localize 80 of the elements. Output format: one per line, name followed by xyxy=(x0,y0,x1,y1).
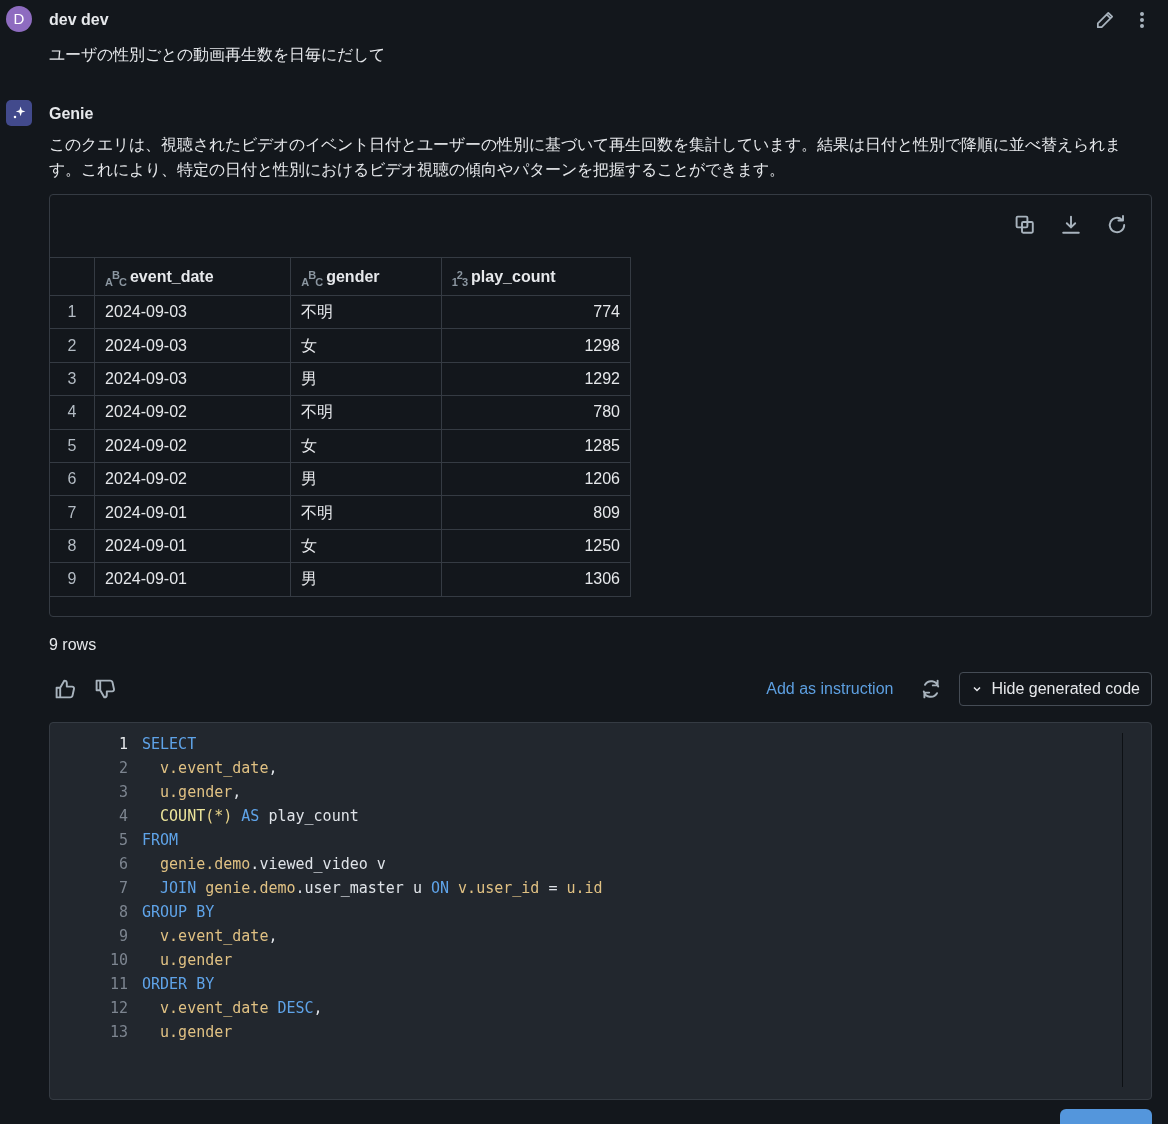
row-number: 1 xyxy=(50,295,95,329)
table-cell: 1298 xyxy=(441,328,631,363)
column-name: gender xyxy=(326,267,380,285)
table-cell: 2024-09-02 xyxy=(94,462,291,496)
table-cell: 1206 xyxy=(441,462,631,496)
author-name: Genie xyxy=(49,104,95,124)
thumbs-up-icon[interactable] xyxy=(53,677,77,701)
table-cell: 男 xyxy=(290,362,442,396)
code-line: u.gender xyxy=(159,1022,233,1043)
line-number: 13 xyxy=(108,1022,129,1043)
table-cell: 2024-09-01 xyxy=(94,495,291,530)
table-cell: 1306 xyxy=(441,562,631,596)
row-number: 7 xyxy=(50,495,95,530)
line-number: 10 xyxy=(108,950,129,971)
hide-code-button[interactable]: Hide generated code xyxy=(959,672,1152,706)
code-line: GROUP BY xyxy=(142,902,215,923)
table-cell: 不明 xyxy=(290,495,442,530)
line-number: 5 xyxy=(117,830,129,851)
line-number: 3 xyxy=(117,782,129,803)
code-line: COUNT(*) AS play_count xyxy=(159,806,359,827)
reply-text: このクエリは、視聴されたビデオのイベント日付とユーザーの性別に基づいて再生回数を集計しています。結果は日付と性別で降順に並べ替えられます。これにより、特定の日付と性別におけるビデオ視聴の傾向やパターンを把握することができます。 xyxy=(49,135,1122,180)
row-count: 9 rows xyxy=(49,635,98,655)
table-cell: 男 xyxy=(290,462,442,496)
line-number: 12 xyxy=(108,998,129,1019)
author-name: dev dev xyxy=(49,10,109,30)
edit-icon[interactable] xyxy=(1094,9,1116,31)
row-number: 4 xyxy=(50,395,95,430)
table-cell: 女 xyxy=(290,328,442,363)
table-cell: 2024-09-02 xyxy=(94,429,291,463)
thumbs-down-icon[interactable] xyxy=(93,677,117,701)
line-number: 2 xyxy=(117,758,129,779)
table-cell: 2024-09-01 xyxy=(94,562,291,596)
genie-avatar xyxy=(6,100,32,126)
code-line: ORDER BY xyxy=(142,974,215,995)
column-name: event_date xyxy=(129,267,214,285)
line-number: 8 xyxy=(117,902,129,923)
text-type-icon: ABC xyxy=(105,271,126,284)
table-cell: 1285 xyxy=(441,429,631,463)
table-cell: 2024-09-03 xyxy=(94,362,291,396)
table-cell: 780 xyxy=(441,395,631,430)
line-number: 6 xyxy=(117,854,129,875)
table-cell: 女 xyxy=(290,529,442,563)
code-line: v.event_date, xyxy=(159,758,278,779)
code-line: u.gender xyxy=(159,950,233,971)
user-avatar: D xyxy=(6,6,32,32)
code-line: v.event_date, xyxy=(159,926,278,947)
line-number: 7 xyxy=(117,878,129,899)
row-number: 9 xyxy=(50,562,95,596)
code-line: FROM xyxy=(142,830,179,851)
table-cell: 不明 xyxy=(290,395,442,430)
table-cell: 1292 xyxy=(441,362,631,396)
table-cell: 2024-09-03 xyxy=(94,328,291,363)
line-number: 4 xyxy=(117,806,129,827)
table-cell: 774 xyxy=(441,295,631,329)
message-text: ユーザの性別ごとの動画再生数を日毎にだして xyxy=(49,45,386,65)
row-number: 8 xyxy=(50,529,95,563)
row-number: 3 xyxy=(50,362,95,396)
line-number: 1 xyxy=(117,734,129,755)
table-cell: 不明 xyxy=(290,295,442,329)
add-instruction-link[interactable]: Add as instruction xyxy=(766,677,894,701)
text-type-icon: ABC xyxy=(301,271,323,284)
table-cell: 2024-09-01 xyxy=(94,529,291,563)
row-number: 2 xyxy=(50,328,95,363)
line-number: 9 xyxy=(117,926,129,947)
table-cell: 1250 xyxy=(441,529,631,563)
code-line: genie.demo.viewed_video v xyxy=(159,854,386,875)
code-line: u.gender, xyxy=(159,782,242,803)
table-cell: 2024-09-03 xyxy=(94,295,291,329)
table-cell: 男 xyxy=(290,562,442,596)
number-type-icon: 123 xyxy=(451,271,468,284)
line-number: 11 xyxy=(108,974,129,995)
code-line: JOIN genie.demo.user_master u ON v.user_id = u.id xyxy=(159,878,603,899)
column-name: play_count xyxy=(471,267,556,285)
row-number: 5 xyxy=(50,429,95,463)
code-line: SELECT xyxy=(142,734,197,755)
table-cell: 2024-09-02 xyxy=(94,395,291,430)
code-line: v.event_date DESC, xyxy=(159,998,323,1019)
table-cell: 809 xyxy=(441,495,631,530)
row-number: 6 xyxy=(50,462,95,496)
table-cell: 女 xyxy=(290,429,442,463)
